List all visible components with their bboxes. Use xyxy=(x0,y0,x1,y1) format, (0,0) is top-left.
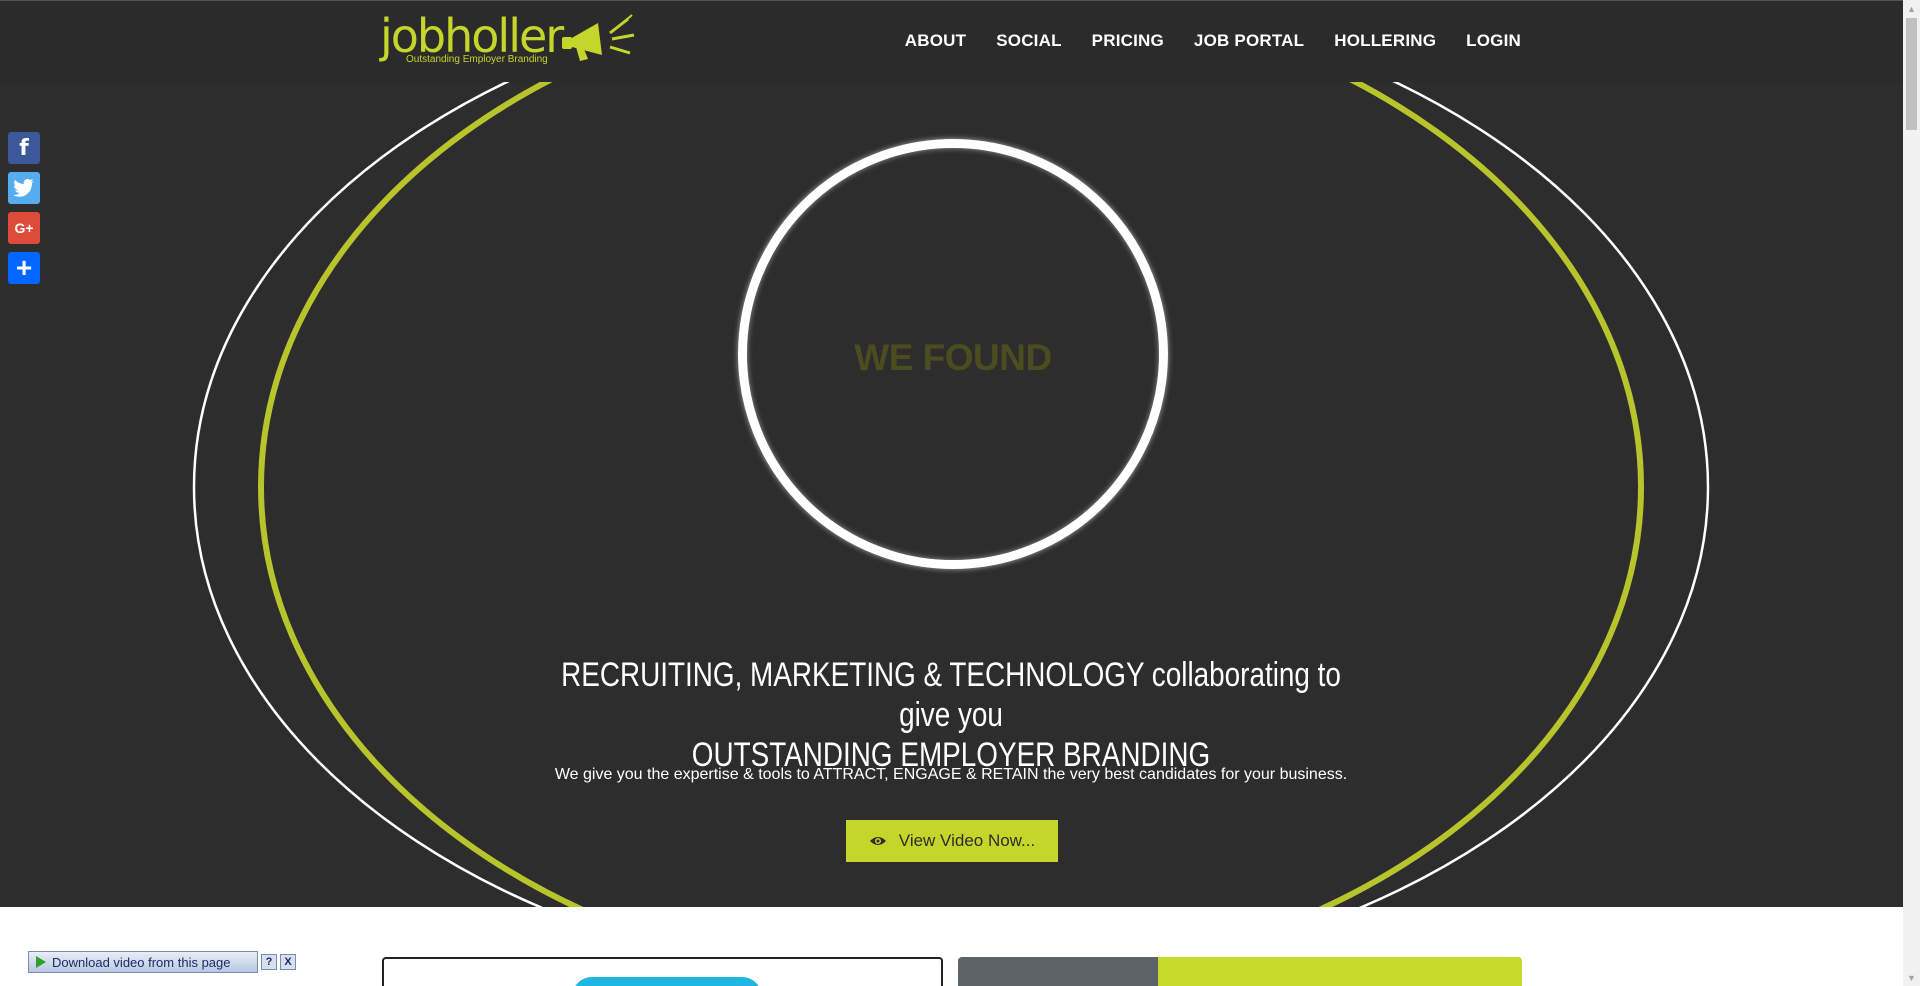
card-image xyxy=(958,957,1158,986)
eye-icon xyxy=(869,837,886,845)
nav-social[interactable]: SOCIAL xyxy=(996,31,1061,51)
download-video-toolbar: Download video from this page ? X xyxy=(28,950,308,974)
logo-tagline: Outstanding Employer Branding xyxy=(406,54,548,65)
play-icon xyxy=(36,956,46,968)
site-header: jobholler Outstanding Employer Branding … xyxy=(0,0,1903,82)
nav-hollering[interactable]: HOLLERING xyxy=(1334,31,1436,51)
scrollbar-thumb[interactable] xyxy=(1906,18,1917,130)
nav-login[interactable]: LOGIN xyxy=(1466,31,1521,51)
twitter-share-button[interactable] xyxy=(8,172,40,204)
hero-section: WE FOUND RECRUITING, MARKETING & TECHNOL… xyxy=(0,82,1903,907)
scroll-up-icon[interactable]: ▲ xyxy=(1903,0,1920,17)
share-more-button[interactable]: + xyxy=(8,252,40,284)
nav-job-portal[interactable]: JOB PORTAL xyxy=(1194,31,1304,51)
close-icon[interactable]: X xyxy=(280,954,296,970)
facebook-icon: f xyxy=(19,135,29,161)
nav-about[interactable]: ABOUT xyxy=(905,31,966,51)
google-plus-share-button[interactable]: G+ xyxy=(8,212,40,244)
help-icon[interactable]: ? xyxy=(261,954,277,970)
google-plus-icon: G+ xyxy=(14,220,34,236)
twitter-icon xyxy=(13,179,34,197)
feature-card-left xyxy=(382,957,943,986)
social-share-bar: f G+ + xyxy=(8,132,40,284)
megaphone-icon xyxy=(562,14,635,61)
facebook-share-button[interactable]: f xyxy=(8,132,40,164)
view-video-button[interactable]: View Video Now... xyxy=(846,820,1058,862)
download-video-button[interactable]: Download video from this page xyxy=(28,951,258,973)
feature-card-right xyxy=(958,957,1522,986)
nav-pricing[interactable]: PRICING xyxy=(1092,31,1164,51)
we-found-text: WE FOUND xyxy=(854,337,1052,378)
page-scrollbar[interactable]: ▲ ▼ xyxy=(1903,0,1920,986)
card-pill-button[interactable] xyxy=(572,977,762,986)
hero-subline: We give you the expertise & tools to ATT… xyxy=(554,766,1348,783)
hero-headline-line1: RECRUITING, MARKETING & TECHNOLOGY colla… xyxy=(561,656,1341,734)
hero-headline: RECRUITING, MARKETING & TECHNOLOGY colla… xyxy=(541,655,1361,775)
main-nav: ABOUT SOCIAL PRICING JOB PORTAL HOLLERIN… xyxy=(905,31,1521,51)
plus-icon: + xyxy=(15,252,33,283)
download-video-label: Download video from this page xyxy=(52,954,231,970)
logo-wordmark: jobholler xyxy=(380,13,564,59)
scroll-down-icon[interactable]: ▼ xyxy=(1903,969,1920,986)
jobholler-logo[interactable]: jobholler Outstanding Employer Branding xyxy=(380,9,642,71)
view-video-label: View Video Now... xyxy=(898,831,1036,850)
